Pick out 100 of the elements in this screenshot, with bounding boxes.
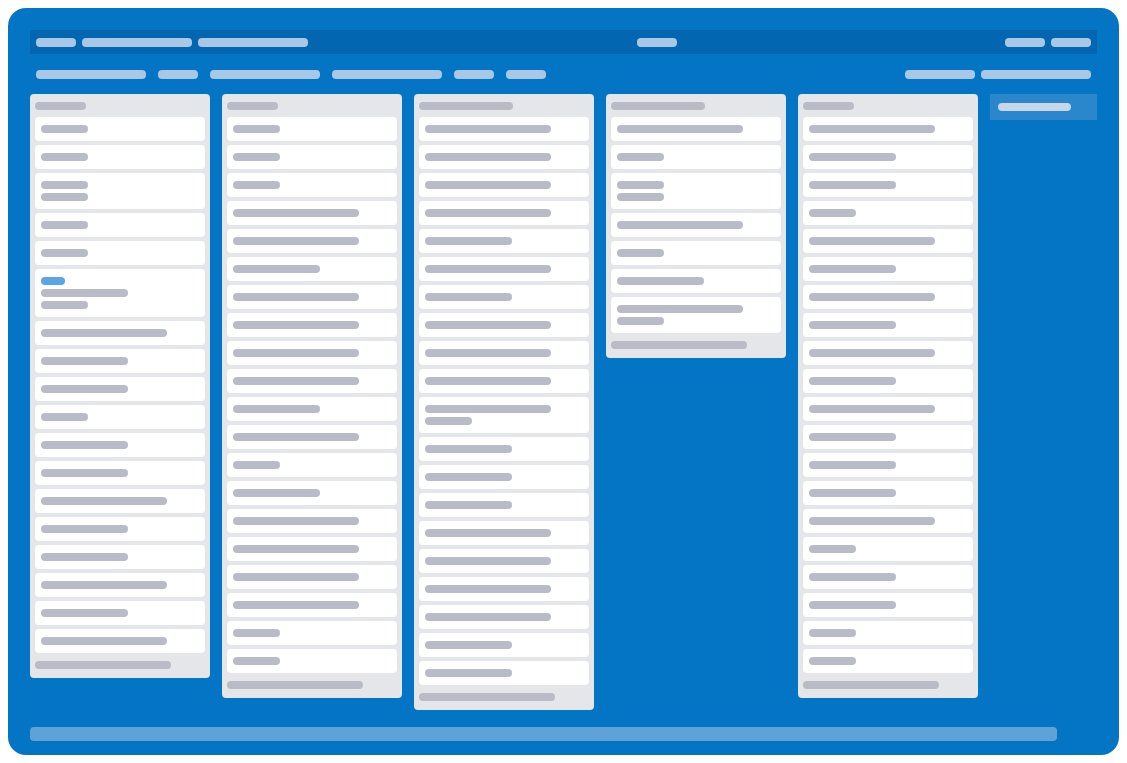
card[interactable] (803, 341, 973, 365)
card[interactable] (419, 285, 589, 309)
card[interactable] (803, 285, 973, 309)
blurred-text (1005, 37, 1045, 47)
card[interactable] (803, 369, 973, 393)
card[interactable] (803, 593, 973, 617)
card[interactable] (803, 453, 973, 477)
card[interactable] (419, 369, 589, 393)
card[interactable] (35, 433, 205, 457)
card[interactable] (35, 269, 205, 317)
card[interactable] (419, 201, 589, 225)
card[interactable] (419, 633, 589, 657)
card[interactable] (803, 313, 973, 337)
card[interactable] (35, 321, 205, 345)
card[interactable] (419, 117, 589, 141)
blurred-text (617, 153, 665, 161)
card[interactable] (35, 349, 205, 373)
card[interactable] (611, 213, 781, 237)
card[interactable] (803, 173, 973, 197)
blurred-text (636, 37, 677, 47)
card[interactable] (227, 509, 397, 533)
card[interactable] (419, 229, 589, 253)
card[interactable] (35, 545, 205, 569)
card[interactable] (419, 521, 589, 545)
card[interactable] (227, 201, 397, 225)
card[interactable] (803, 145, 973, 169)
card[interactable] (227, 649, 397, 673)
blurred-text (809, 657, 857, 665)
blurred-text (35, 102, 86, 110)
card[interactable] (227, 257, 397, 281)
card[interactable] (227, 481, 397, 505)
card[interactable] (419, 397, 589, 433)
blurred-text (905, 69, 975, 79)
card[interactable] (227, 313, 397, 337)
card[interactable] (419, 145, 589, 169)
card[interactable] (227, 425, 397, 449)
blurred-text (227, 102, 278, 110)
card[interactable] (227, 369, 397, 393)
card[interactable] (419, 605, 589, 629)
card[interactable] (419, 257, 589, 281)
blurred-text (617, 317, 665, 325)
card[interactable] (803, 509, 973, 533)
card[interactable] (803, 257, 973, 281)
card[interactable] (35, 377, 205, 401)
card[interactable] (611, 269, 781, 293)
blurred-text (506, 69, 546, 79)
card[interactable] (35, 517, 205, 541)
card[interactable] (611, 145, 781, 169)
card[interactable] (35, 573, 205, 597)
card[interactable] (419, 173, 589, 197)
card[interactable] (35, 489, 205, 513)
card[interactable] (227, 341, 397, 365)
card[interactable] (227, 397, 397, 421)
card[interactable] (227, 453, 397, 477)
card[interactable] (227, 173, 397, 197)
card[interactable] (803, 397, 973, 421)
card[interactable] (419, 437, 589, 461)
card[interactable] (227, 117, 397, 141)
card[interactable] (35, 145, 205, 169)
blurred-text (617, 193, 665, 201)
card[interactable] (419, 577, 589, 601)
blurred-text (809, 545, 857, 553)
blurred-text (617, 181, 665, 189)
blurred-text (41, 301, 89, 309)
blurred-text (454, 69, 494, 79)
card[interactable] (803, 229, 973, 253)
card[interactable] (611, 241, 781, 265)
card[interactable] (611, 173, 781, 209)
card[interactable] (35, 461, 205, 485)
card[interactable] (803, 537, 973, 561)
card[interactable] (611, 117, 781, 141)
card[interactable] (35, 241, 205, 265)
card[interactable] (35, 213, 205, 237)
card[interactable] (35, 173, 205, 209)
card[interactable] (803, 481, 973, 505)
card[interactable] (419, 549, 589, 573)
card[interactable] (227, 229, 397, 253)
card[interactable] (803, 117, 973, 141)
card[interactable] (419, 661, 589, 685)
card[interactable] (35, 117, 205, 141)
card[interactable] (419, 493, 589, 517)
card[interactable] (803, 621, 973, 645)
card[interactable] (419, 313, 589, 337)
card[interactable] (803, 201, 973, 225)
card[interactable] (803, 649, 973, 673)
card[interactable] (227, 537, 397, 561)
card[interactable] (419, 465, 589, 489)
card[interactable] (803, 565, 973, 589)
card[interactable] (419, 341, 589, 365)
card[interactable] (611, 297, 781, 333)
card[interactable] (35, 405, 205, 429)
card[interactable] (227, 565, 397, 589)
card[interactable] (227, 621, 397, 645)
card[interactable] (227, 285, 397, 309)
card[interactable] (227, 593, 397, 617)
card[interactable] (803, 425, 973, 449)
card[interactable] (35, 601, 205, 625)
scrollbar[interactable] (30, 727, 1057, 741)
card[interactable] (227, 145, 397, 169)
card[interactable] (35, 629, 205, 653)
